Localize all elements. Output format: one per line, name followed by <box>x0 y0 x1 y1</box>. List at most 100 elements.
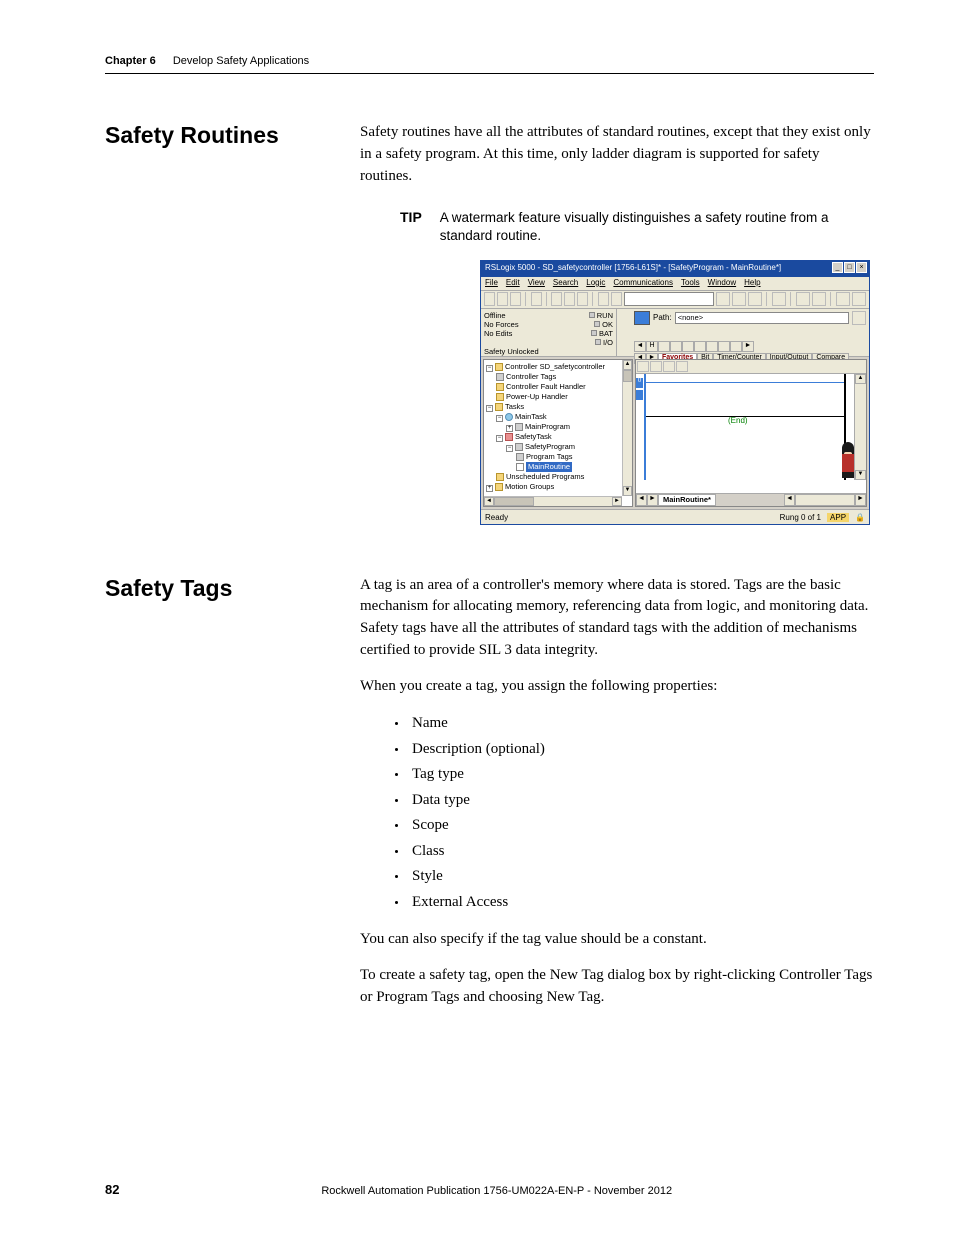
path-input[interactable]: <none> <box>675 312 849 324</box>
status-noforces: No Forces <box>484 320 519 329</box>
search-combo[interactable] <box>624 292 714 306</box>
ladder-tab-first-icon[interactable]: ◄ <box>636 494 647 506</box>
list-item: Description (optional) <box>408 737 874 763</box>
menu-view[interactable]: View <box>528 278 545 289</box>
ladder-vscrollbar[interactable]: ▲ ▼ <box>854 374 866 480</box>
ladder-scroll-up-icon[interactable]: ▲ <box>855 374 866 384</box>
status-rung-info: Rung 0 of 1 <box>780 513 821 522</box>
save-icon[interactable] <box>510 292 521 306</box>
find-prev-icon[interactable] <box>748 292 762 306</box>
scroll-left-icon[interactable]: ◄ <box>484 497 494 506</box>
instr-xic-icon[interactable] <box>682 341 694 352</box>
scroll-down-icon[interactable]: ▼ <box>623 486 632 496</box>
menu-search[interactable]: Search <box>553 278 578 289</box>
new-icon[interactable] <box>484 292 495 306</box>
tree-maintask[interactable]: MainTask <box>515 412 547 421</box>
ladder-hscroll-track[interactable] <box>795 494 855 506</box>
ladder-tab-prev-icon[interactable]: ► <box>647 494 658 506</box>
minimize-button[interactable]: _ <box>832 262 843 273</box>
menu-logic[interactable]: Logic <box>586 278 605 289</box>
path-browse-icon[interactable] <box>852 311 866 325</box>
maximize-button[interactable]: □ <box>844 262 855 273</box>
tree-safetyprogram[interactable]: SafetyProgram <box>525 442 575 451</box>
ladder-hscroll-left-icon[interactable]: ◄ <box>784 494 795 506</box>
copy-icon[interactable] <box>564 292 575 306</box>
tree-powerup-handler[interactable]: Power-Up Handler <box>506 392 568 401</box>
find-next-icon[interactable] <box>732 292 746 306</box>
instr-otu-icon[interactable] <box>718 341 730 352</box>
path-icon[interactable] <box>634 311 650 325</box>
menu-edit[interactable]: Edit <box>506 278 520 289</box>
instr-branch2-icon[interactable] <box>670 341 682 352</box>
zoom-out-icon[interactable] <box>852 292 866 306</box>
chapter-title: Develop Safety Applications <box>173 55 309 67</box>
tree-motion-groups[interactable]: Motion Groups <box>505 482 554 491</box>
logic-icon[interactable] <box>812 292 826 306</box>
close-button[interactable]: × <box>856 262 867 273</box>
led-run: RUN <box>597 311 613 320</box>
menu-bar: File Edit View Search Logic Communicatio… <box>481 277 869 291</box>
redo-icon[interactable] <box>611 292 622 306</box>
ladder-hscroll-right-icon[interactable]: ► <box>855 494 866 506</box>
instr-xio-icon[interactable] <box>694 341 706 352</box>
verify-icon[interactable] <box>772 292 786 306</box>
paste-icon[interactable] <box>577 292 588 306</box>
rung-0-wire[interactable] <box>646 382 844 383</box>
instr-scroll-left-icon[interactable]: ◄ <box>634 341 646 352</box>
end-label: (End) <box>728 416 748 425</box>
ladder-tab-mainroutine[interactable]: MainRoutine* <box>658 494 716 506</box>
menu-communications[interactable]: Communications <box>613 278 673 289</box>
tree-program-tags[interactable]: Program Tags <box>526 452 573 461</box>
menu-help[interactable]: Help <box>744 278 760 289</box>
scroll-thumb[interactable] <box>623 370 632 382</box>
controller-organizer-tree[interactable]: −Controller SD_safetycontroller Controll… <box>483 359 633 507</box>
tree-mainroutine-selected[interactable]: MainRoutine <box>526 462 572 472</box>
publication-info: Rockwell Automation Publication 1756-UM0… <box>119 1185 874 1197</box>
menu-tools[interactable]: Tools <box>681 278 700 289</box>
menu-file[interactable]: File <box>485 278 498 289</box>
safety-tags-heading: Safety Tags <box>105 575 332 602</box>
list-item: Class <box>408 839 874 865</box>
tree-controller-tags[interactable]: Controller Tags <box>506 372 556 381</box>
list-item: External Access <box>408 890 874 916</box>
hscroll-thumb[interactable] <box>494 497 534 506</box>
list-item: Name <box>408 711 874 737</box>
rung-e-marker <box>636 390 643 400</box>
instr-ote-icon[interactable] <box>706 341 718 352</box>
tree-vscrollbar[interactable]: ▲ ▼ <box>622 360 632 496</box>
led-io: I/O <box>603 338 613 347</box>
instr-branch-icon[interactable] <box>658 341 670 352</box>
find-icon[interactable] <box>716 292 730 306</box>
print-icon[interactable] <box>531 292 542 306</box>
ladder-tool-2-icon[interactable] <box>650 361 662 372</box>
tree-hscrollbar[interactable]: ◄ ► <box>484 496 622 506</box>
tip-text: A watermark feature visually distinguish… <box>440 209 874 245</box>
safety-tags-para2: When you create a tag, you assign the fo… <box>360 676 874 698</box>
ladder-tool-4-icon[interactable] <box>676 361 688 372</box>
tree-tasks[interactable]: Tasks <box>505 402 524 411</box>
safety-tags-para4: To create a safety tag, open the New Tag… <box>360 965 874 1009</box>
scroll-up-icon[interactable]: ▲ <box>623 360 632 370</box>
props-icon[interactable] <box>796 292 810 306</box>
ladder-tool-1-icon[interactable] <box>637 361 649 372</box>
tree-controller[interactable]: Controller SD_safetycontroller <box>505 362 605 371</box>
zoom-in-icon[interactable] <box>836 292 850 306</box>
tree-safetytask[interactable]: SafetyTask <box>515 432 552 441</box>
list-item: Scope <box>408 813 874 839</box>
tree-fault-handler[interactable]: Controller Fault Handler <box>506 382 586 391</box>
tree-mainprogram[interactable]: MainProgram <box>525 422 570 431</box>
scroll-right-icon[interactable]: ► <box>612 497 622 506</box>
ladder-scroll-down-icon[interactable]: ▼ <box>855 470 866 480</box>
ladder-tool-3-icon[interactable] <box>663 361 675 372</box>
open-icon[interactable] <box>497 292 508 306</box>
cut-icon[interactable] <box>551 292 562 306</box>
menu-window[interactable]: Window <box>708 278 736 289</box>
instr-rung-icon[interactable]: H <box>646 341 658 352</box>
tree-unscheduled[interactable]: Unscheduled Programs <box>506 472 584 481</box>
rung-number-0[interactable]: 0 <box>636 378 643 388</box>
instr-scroll-right-icon[interactable]: ► <box>742 341 754 352</box>
instr-otl-icon[interactable] <box>730 341 742 352</box>
undo-icon[interactable] <box>598 292 609 306</box>
visualization-strip <box>616 309 631 356</box>
ladder-editor[interactable]: 0 (End) ▲ ▼ <box>635 359 867 507</box>
